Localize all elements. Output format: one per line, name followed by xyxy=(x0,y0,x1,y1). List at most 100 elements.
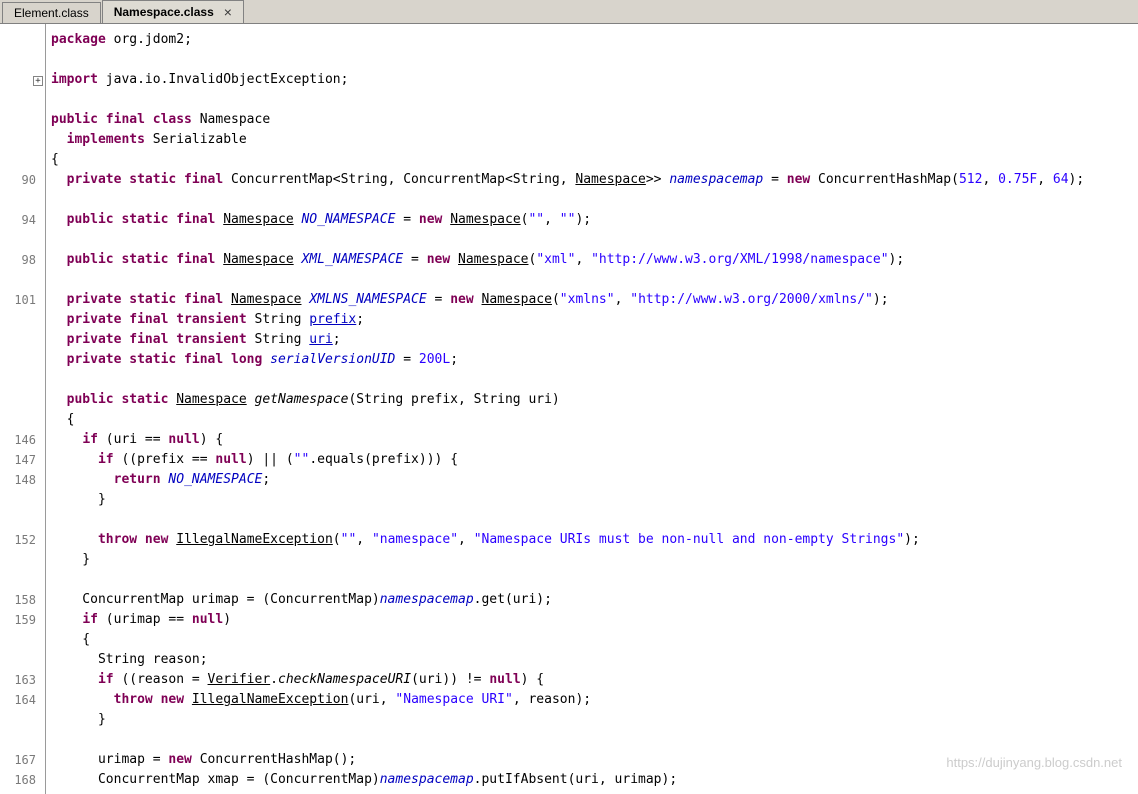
code-token: "namespace" xyxy=(371,532,459,547)
code-token: return xyxy=(113,472,161,487)
code-token: Serializable xyxy=(144,132,247,147)
line-number: 158 xyxy=(14,593,36,607)
code-area[interactable]: package org.jdom2; import java.io.Invali… xyxy=(46,24,1138,794)
line-number xyxy=(0,90,45,110)
code-token: new xyxy=(426,252,451,267)
tab-element-class[interactable]: Element.class xyxy=(2,2,101,23)
code-line: package org.jdom2; xyxy=(51,30,1138,50)
code-token: XML_NAMESPACE xyxy=(301,252,404,267)
code-token: public static final xyxy=(66,252,216,267)
code-token: , xyxy=(1037,172,1053,187)
code-token: = xyxy=(395,212,419,227)
code-token: ConcurrentMap xmap = (ConcurrentMap) xyxy=(51,772,380,787)
line-number xyxy=(0,270,45,290)
code-token: "" xyxy=(528,212,545,227)
code-line: if (uri == null) { xyxy=(51,430,1138,450)
code-token: ((prefix == xyxy=(113,452,216,467)
code-token: = xyxy=(426,292,451,307)
code-token: , xyxy=(614,292,631,307)
line-number xyxy=(0,550,45,570)
code-token: org.jdom2; xyxy=(105,32,192,47)
expand-import-icon[interactable]: + xyxy=(33,76,43,86)
code-token: serialVersionUID xyxy=(270,352,396,367)
code-editor: 90 94 98 101 146 147 148 152 158 159 163 164… xyxy=(0,24,1138,794)
code-line: return NO_NAMESPACE; xyxy=(51,470,1138,490)
type-link[interactable]: Namespace xyxy=(176,392,246,407)
code-token: = xyxy=(403,252,427,267)
type-link[interactable]: IllegalNameException xyxy=(192,692,349,707)
code-token: (uri == xyxy=(97,432,169,447)
type-link[interactable]: Namespace xyxy=(482,292,552,307)
line-number xyxy=(0,650,45,670)
code-line: { xyxy=(51,410,1138,430)
tab-label: Element.class xyxy=(14,6,89,20)
line-number xyxy=(0,230,45,250)
type-link[interactable]: Namespace xyxy=(223,252,293,267)
code-token: .equals(prefix))) { xyxy=(309,452,459,467)
code-line: public static Namespace getNamespace(Str… xyxy=(51,390,1138,410)
line-number-gutter: 90 94 98 101 146 147 148 152 158 159 163 164… xyxy=(0,24,46,794)
code-token: uri xyxy=(309,332,333,347)
code-token: "" xyxy=(293,452,310,467)
line-number xyxy=(0,310,45,330)
code-token: , xyxy=(575,252,592,267)
line-number: 90 xyxy=(21,173,36,187)
code-token: { xyxy=(51,412,75,427)
code-token: ) { xyxy=(199,432,224,447)
code-token: ((reason = xyxy=(113,672,208,687)
code-token: if xyxy=(82,432,98,447)
code-token: getNamespace xyxy=(254,392,349,407)
code-token: private static final xyxy=(66,292,224,307)
line-number: 168 xyxy=(14,773,36,787)
type-link[interactable]: Namespace xyxy=(231,292,301,307)
code-line: public final class Namespace xyxy=(51,110,1138,130)
tab-bar: Element.class Namespace.class × xyxy=(0,0,1138,24)
code-token: java.io.InvalidObjectException; xyxy=(97,72,349,87)
code-line: public static final Namespace NO_NAMESPA… xyxy=(51,210,1138,230)
code-token: ); xyxy=(872,292,889,307)
code-token: namespacemap xyxy=(379,592,474,607)
type-link[interactable]: IllegalNameException xyxy=(176,532,333,547)
code-token: 0.75F xyxy=(998,172,1038,187)
line-number: 163 xyxy=(14,673,36,687)
code-token: String xyxy=(246,332,310,347)
code-token: null xyxy=(489,672,521,687)
code-line: if ((prefix == null) || ("".equals(prefi… xyxy=(51,450,1138,470)
code-token: ( xyxy=(551,292,560,307)
code-token: ); xyxy=(888,252,905,267)
type-link[interactable]: Namespace xyxy=(575,172,645,187)
type-link[interactable]: Namespace xyxy=(450,212,520,227)
line-number: 152 xyxy=(14,533,36,547)
type-link[interactable]: Verifier xyxy=(208,672,271,687)
code-line: } xyxy=(51,550,1138,570)
code-token: (String prefix, String uri) xyxy=(348,392,560,407)
code-line: throw new IllegalNameException(uri, "Nam… xyxy=(51,690,1138,710)
tab-label: Namespace.class xyxy=(113,5,214,19)
type-link[interactable]: Namespace xyxy=(223,212,293,227)
code-token: ; xyxy=(356,312,365,327)
code-token: } xyxy=(51,552,91,567)
tab-namespace-class[interactable]: Namespace.class × xyxy=(101,0,244,23)
type-link[interactable]: Namespace xyxy=(458,252,528,267)
code-token: "Namespace URIs must be non-null and non… xyxy=(473,532,905,547)
code-token: , xyxy=(458,532,474,547)
code-token: .get(uri); xyxy=(473,592,552,607)
close-tab-icon[interactable]: × xyxy=(224,5,232,19)
code-token: . xyxy=(270,672,278,687)
code-token: String xyxy=(246,312,310,327)
code-token: ); xyxy=(904,532,920,547)
code-token: public static final xyxy=(66,212,216,227)
